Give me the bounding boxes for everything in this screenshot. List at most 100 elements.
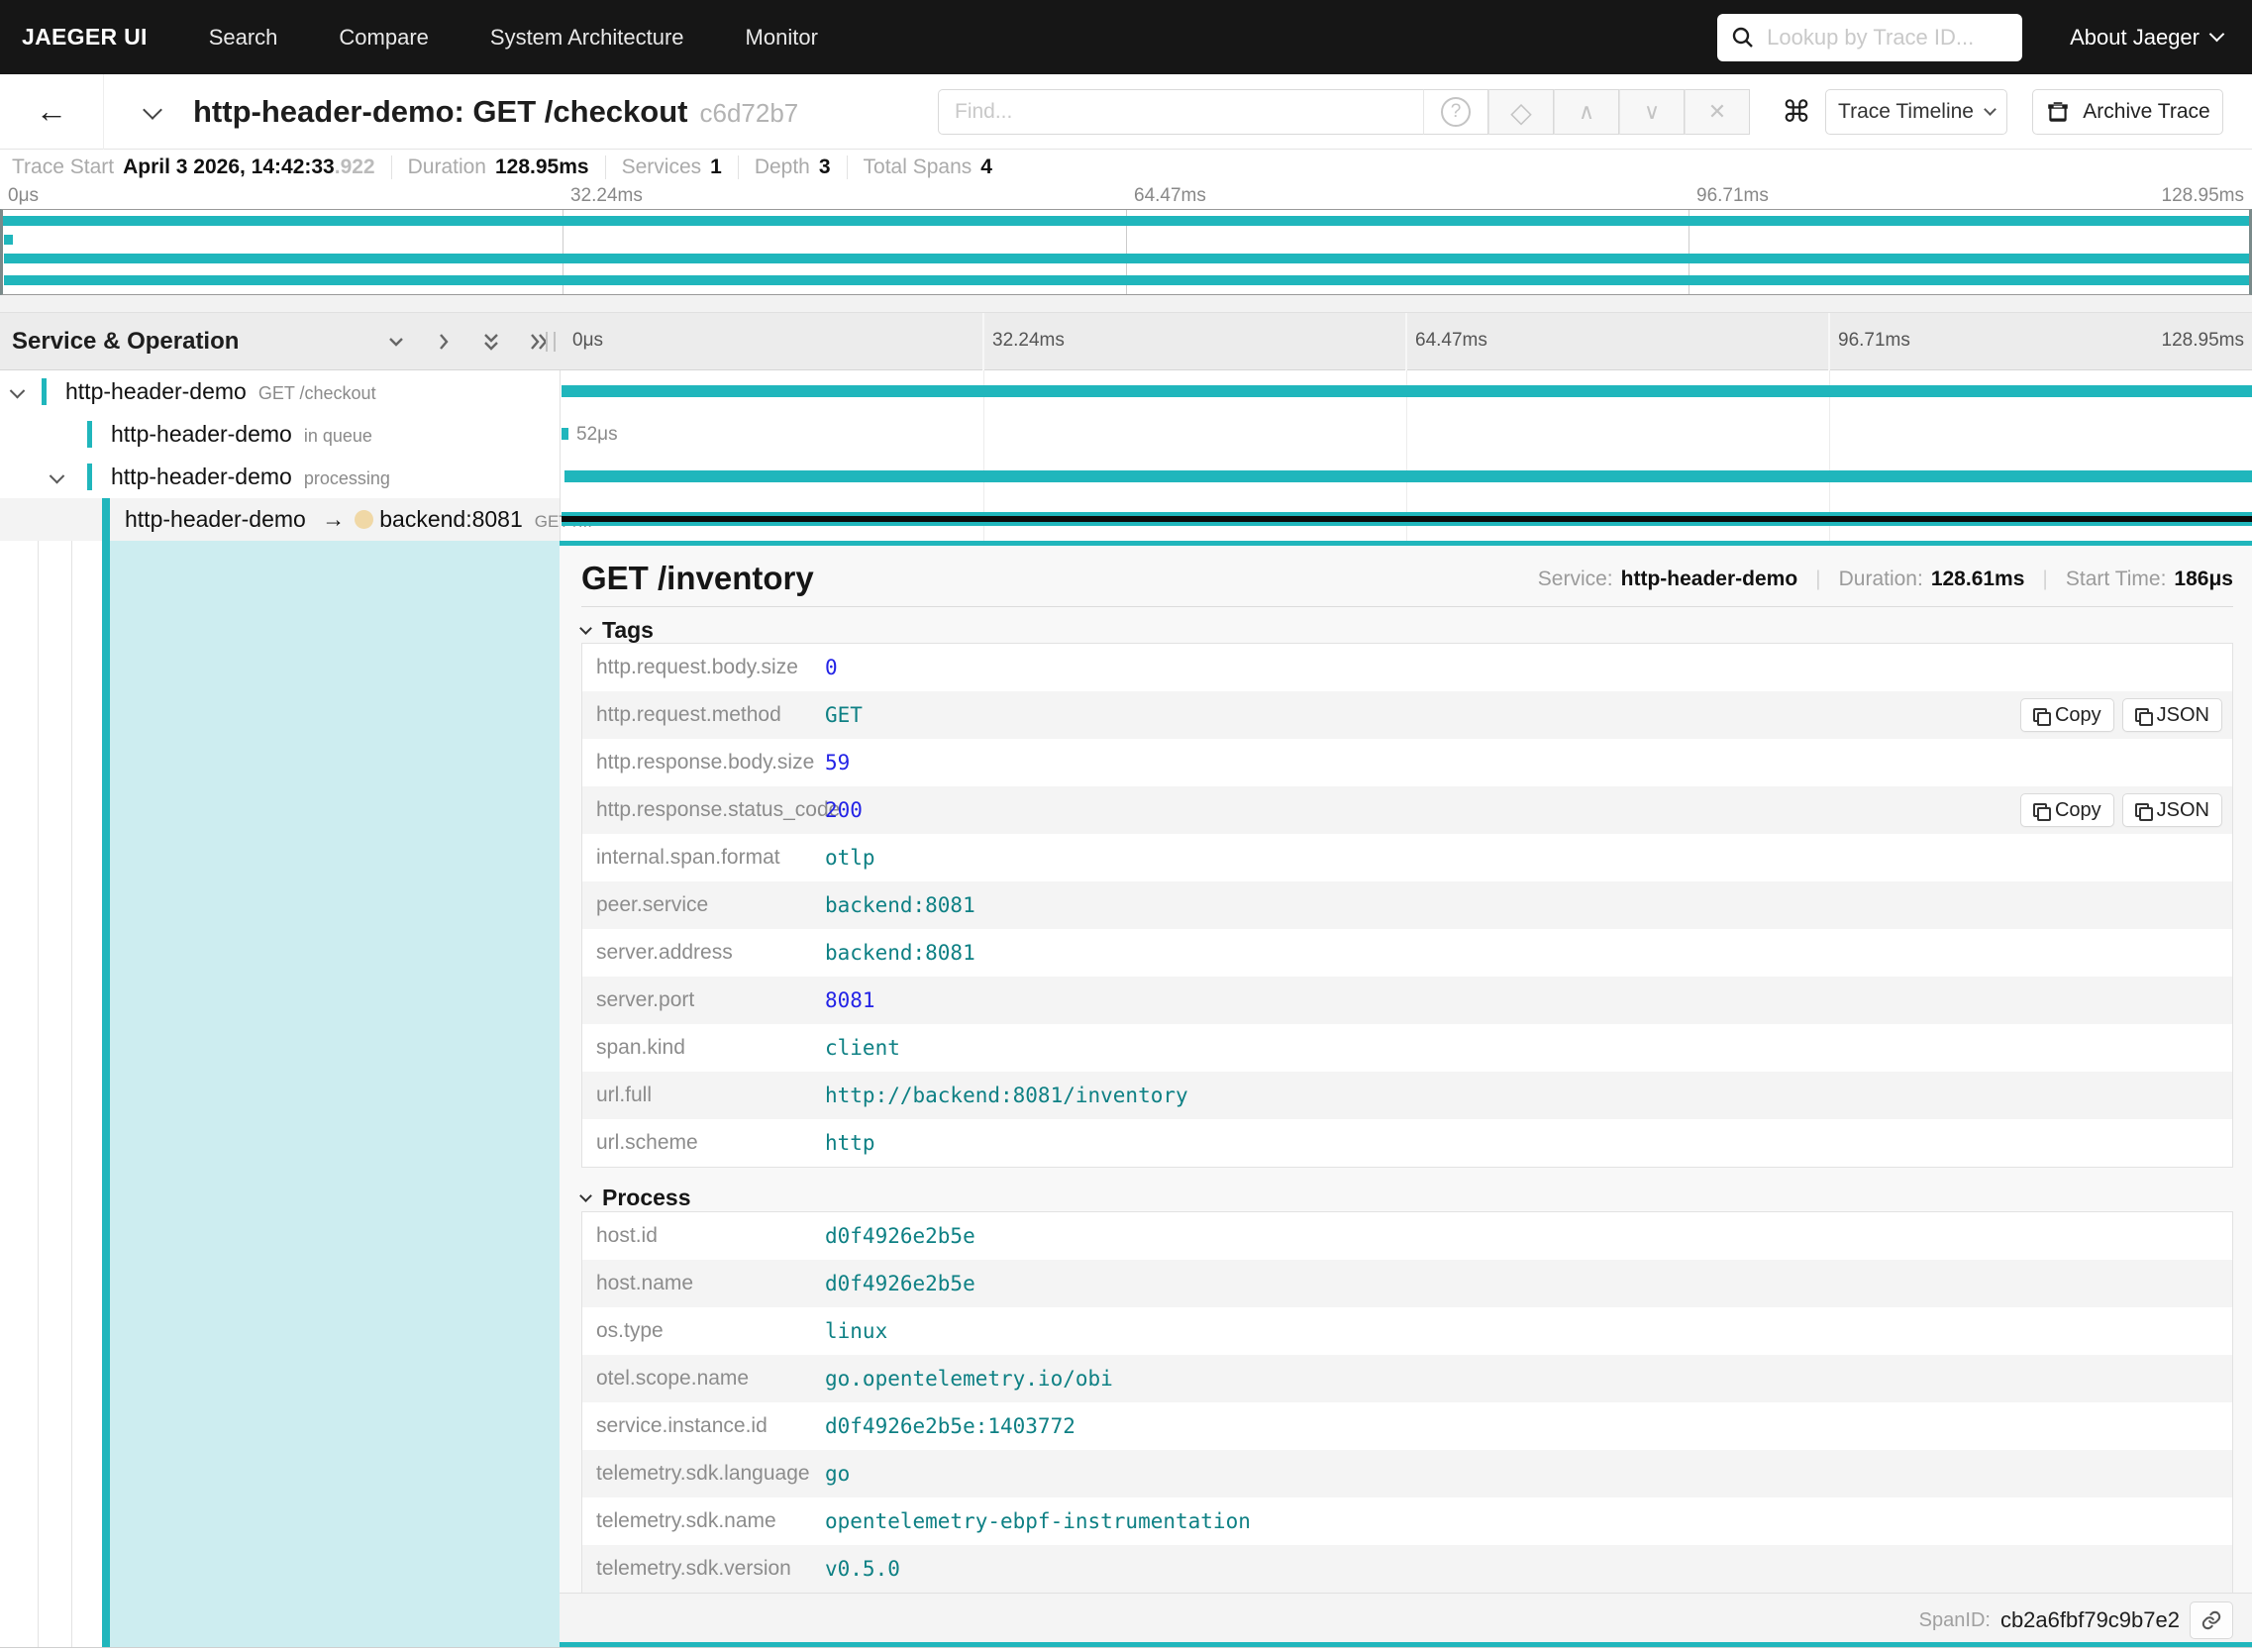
table-row[interactable]: os.type linux	[582, 1307, 2232, 1355]
table-row[interactable]: http.response.body.size 59	[582, 739, 2232, 786]
chevron-up-icon: ∧	[1578, 99, 1595, 124]
minimap-canvas[interactable]	[0, 209, 2252, 295]
timeline-header: Service & Operation 0μs 32.24ms 64.47ms …	[0, 313, 2252, 370]
copy-value-button[interactable]: Copy	[2019, 698, 2114, 732]
tag-key: url.scheme	[596, 1131, 698, 1154]
tags-section-title: Tags	[602, 617, 654, 643]
collapse-all-icon[interactable]	[479, 330, 503, 354]
brand-logo[interactable]: JAEGER UI	[22, 24, 148, 51]
process-key: telemetry.sdk.version	[596, 1557, 791, 1580]
service-label: Service:	[1537, 568, 1613, 590]
table-row[interactable]: telemetry.sdk.language go	[582, 1450, 2232, 1497]
minimap-tick-2: 64.47ms	[1134, 185, 1206, 206]
timeline-tick-1: 32.24ms	[992, 330, 1065, 351]
minimap-tick-4: 128.95ms	[2161, 185, 2244, 206]
minimap-viewport-handle[interactable]	[0, 209, 2252, 295]
nav-item-compare[interactable]: Compare	[339, 25, 428, 51]
process-value: d0f4926e2b5e:1403772	[825, 1414, 1075, 1438]
table-row[interactable]: span.kind client	[582, 1024, 2232, 1072]
span-bar-backend[interactable]	[562, 512, 2252, 526]
copy-value-button[interactable]: Copy	[2019, 793, 2114, 827]
trace-id-short: c6d72b7	[699, 97, 799, 128]
start-time-value: 186μs	[2174, 568, 2233, 590]
table-row[interactable]: server.port 8081	[582, 977, 2232, 1024]
chevron-down-icon[interactable]	[9, 381, 26, 401]
nav-item-monitor[interactable]: Monitor	[746, 25, 818, 51]
span-name-cell[interactable]: http-header-demo GET /checkout	[0, 370, 560, 413]
row-grid	[560, 413, 2252, 456]
tag-value: client	[825, 1036, 900, 1060]
span-row-backend-selected[interactable]: http-header-demo →backend:8081GET /...	[0, 498, 2252, 541]
table-row[interactable]: peer.service backend:8081	[582, 881, 2232, 929]
find-next-button[interactable]: ∨	[1619, 89, 1685, 135]
table-row[interactable]: http.request.method GET Copy JSON	[582, 691, 2232, 739]
nav-item-search[interactable]: Search	[209, 25, 278, 51]
span-row-processing[interactable]: http-header-demo processing	[0, 456, 2252, 498]
process-key: otel.scope.name	[596, 1367, 750, 1390]
chevron-down-icon[interactable]	[49, 466, 65, 486]
duration-value: 128.61ms	[1930, 568, 2025, 590]
find-help-button[interactable]: ?	[1423, 89, 1488, 135]
span-bar-in-queue[interactable]	[562, 428, 568, 440]
collapse-trace-icon[interactable]	[143, 100, 162, 123]
keyboard-shortcuts-button[interactable]: ⌘	[1771, 89, 1822, 135]
span-rows: http-header-demo GET /checkout http-heade…	[0, 370, 2252, 541]
expand-one-icon[interactable]	[432, 330, 456, 354]
copy-json-button[interactable]: JSON	[2121, 793, 2222, 827]
span-service-name: http-header-demo in queue	[111, 421, 372, 447]
find-input[interactable]	[938, 89, 1423, 135]
table-row[interactable]: telemetry.sdk.name opentelemetry-ebpf-ins…	[582, 1497, 2232, 1545]
duration-label: Duration	[407, 155, 486, 178]
span-row-in-queue[interactable]: http-header-demo in queue 52μs	[0, 413, 2252, 456]
table-row[interactable]: server.address backend:8081	[582, 929, 2232, 977]
collapse-one-icon[interactable]	[384, 330, 408, 354]
table-row[interactable]: http.request.body.size 0	[582, 644, 2232, 691]
span-color-indicator	[87, 464, 92, 490]
span-name-cell[interactable]: http-header-demo processing	[0, 456, 560, 498]
trace-view-select[interactable]: Trace Timeline	[1825, 89, 2007, 135]
process-key: host.name	[596, 1272, 694, 1294]
tag-key: span.kind	[596, 1036, 685, 1059]
span-name-cell[interactable]: http-header-demo →backend:8081GET /...	[0, 498, 592, 541]
tags-section-toggle[interactable]: Tags	[579, 617, 654, 644]
find-prev-button[interactable]: ∧	[1554, 89, 1619, 135]
table-row[interactable]: telemetry.sdk.version v0.5.0	[582, 1545, 2232, 1593]
span-row-checkout[interactable]: http-header-demo GET /checkout	[0, 370, 2252, 413]
ruler-separator	[1828, 313, 1830, 370]
chevron-down-icon	[2208, 26, 2225, 43]
archive-trace-button[interactable]: Archive Trace	[2032, 89, 2223, 135]
about-jaeger-label: About Jaeger	[2070, 24, 2200, 50]
find-focus-button[interactable]: ◇	[1488, 89, 1554, 135]
trace-id-search-input[interactable]	[1767, 24, 2009, 51]
trace-minimap[interactable]: 0μs 32.24ms 64.47ms 96.71ms 128.95ms	[0, 185, 2252, 295]
table-row[interactable]: service.instance.id d0f4926e2b5e:1403772	[582, 1402, 2232, 1450]
table-row[interactable]: url.full http://backend:8081/inventory	[582, 1072, 2232, 1119]
process-value: v0.5.0	[825, 1557, 900, 1581]
service-operation-title: Service & Operation	[12, 328, 240, 355]
trace-id-search[interactable]	[1717, 13, 2023, 61]
process-key: os.type	[596, 1319, 664, 1342]
timeline-ruler: 0μs 32.24ms 64.47ms 96.71ms 128.95ms	[560, 313, 2252, 370]
table-row[interactable]: internal.span.format otlp	[582, 834, 2232, 881]
trace-header: ← http-header-demo: GET /checkout c6d72b7…	[0, 73, 2252, 150]
tag-value: otlp	[825, 846, 875, 870]
deep-link-button[interactable]	[2190, 1601, 2233, 1639]
table-row[interactable]: otel.scope.name go.opentelemetry.io/obi	[582, 1355, 2232, 1402]
span-detail-header: GET /inventory Service: http-header-demo…	[581, 556, 2233, 603]
table-row[interactable]: http.response.status_code 200 Copy JSON	[582, 786, 2232, 834]
back-button[interactable]: ←	[0, 73, 104, 150]
span-bar-checkout[interactable]	[562, 385, 2252, 397]
about-jaeger-menu[interactable]: About Jaeger	[2070, 24, 2225, 51]
span-name-cell[interactable]: http-header-demo in queue	[0, 413, 560, 456]
minimap-tick-1: 32.24ms	[570, 185, 643, 206]
find-clear-button[interactable]: ✕	[1685, 89, 1750, 135]
copy-json-button[interactable]: JSON	[2121, 698, 2222, 732]
span-bar-processing[interactable]	[564, 470, 2252, 482]
table-row[interactable]: host.name d0f4926e2b5e	[582, 1260, 2232, 1307]
table-row[interactable]: url.scheme http	[582, 1119, 2232, 1167]
table-row[interactable]: host.id d0f4926e2b5e	[582, 1212, 2232, 1260]
column-resizer-handle[interactable]	[546, 332, 556, 352]
process-section-toggle[interactable]: Process	[579, 1185, 691, 1211]
chevron-down-icon	[579, 1189, 592, 1202]
nav-item-system-architecture[interactable]: System Architecture	[490, 25, 684, 51]
